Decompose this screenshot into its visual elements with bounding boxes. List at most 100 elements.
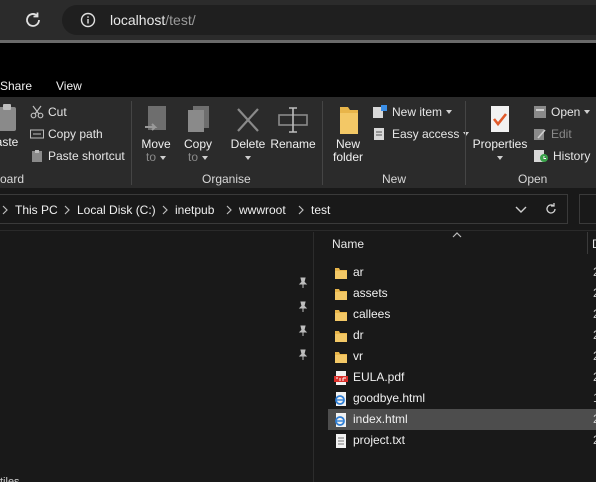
- move-to-button[interactable]: Move to: [138, 105, 174, 164]
- paste-label: aste: [0, 135, 19, 149]
- file-list[interactable]: Name D ar 2 assets 2 callees 2 dr 2 vr 2…: [315, 232, 596, 482]
- chevron-right-icon[interactable]: [64, 205, 70, 215]
- move-to-icon: [145, 106, 166, 131]
- paste-button[interactable]: aste: [0, 103, 20, 149]
- pin-icon[interactable]: [298, 325, 308, 337]
- history-icon: [534, 150, 548, 162]
- list-item[interactable]: assets 2: [328, 283, 596, 304]
- paste-shortcut-button[interactable]: Paste shortcut: [30, 147, 125, 165]
- list-item[interactable]: callees 2: [328, 304, 596, 325]
- properties-label: Properties: [472, 137, 528, 151]
- file-name: goodbye.html: [353, 391, 426, 405]
- open-button[interactable]: Open: [533, 103, 591, 121]
- paste-icon: [0, 104, 16, 131]
- clipboard-group-label: oard: [0, 172, 25, 186]
- breadcrumb-this-pc[interactable]: This PC: [15, 203, 58, 217]
- folder-icon: [335, 331, 347, 342]
- breadcrumb-local-disk[interactable]: Local Disk (C:): [77, 203, 156, 217]
- easy-access-icon: [374, 128, 384, 140]
- pin-icon[interactable]: [298, 349, 308, 361]
- delete-button[interactable]: Delete: [228, 105, 268, 164]
- open-label: Open: [551, 105, 581, 119]
- rename-button[interactable]: Rename: [270, 105, 316, 151]
- new-item-button[interactable]: New item: [372, 103, 453, 121]
- column-header-date[interactable]: D: [592, 237, 596, 251]
- list-item[interactable]: vr 2: [328, 346, 596, 367]
- new-item-dropdown-icon: [446, 110, 453, 114]
- folder-icon: [335, 289, 347, 300]
- html-file-icon: [335, 392, 346, 406]
- copy-to-label-2: to: [187, 150, 198, 164]
- url-host: localhost: [110, 12, 166, 28]
- pin-icon[interactable]: [298, 301, 308, 313]
- new-folder-icon: [340, 107, 358, 134]
- file-name: dr: [353, 328, 364, 342]
- breadcrumb-test[interactable]: test: [311, 203, 330, 217]
- list-item[interactable]: dr 2: [328, 325, 596, 346]
- history-label: History: [553, 149, 591, 163]
- breadcrumb-wwwroot[interactable]: wwwroot: [239, 203, 286, 217]
- new-folder-button[interactable]: New folder: [328, 105, 368, 164]
- breadcrumb-inetpub[interactable]: inetpub: [175, 203, 214, 217]
- rename-label: Rename: [270, 137, 316, 151]
- copy-to-button[interactable]: Copy to: [180, 105, 216, 164]
- copy-to-icon: [188, 106, 209, 132]
- copy-path-icon: [30, 129, 44, 139]
- file-name: callees: [353, 307, 391, 321]
- pin-icon[interactable]: [298, 277, 308, 289]
- file-name: project.txt: [353, 433, 406, 447]
- move-to-label-1: Move: [141, 137, 171, 151]
- cut-button[interactable]: Cut: [30, 103, 67, 121]
- history-button[interactable]: History: [533, 147, 590, 165]
- breadcrumb[interactable]: This PC Local Disk (C:) inetpub wwwroot …: [0, 194, 568, 224]
- pdf-icon: [334, 371, 348, 385]
- delete-dropdown-icon: [245, 155, 251, 160]
- easy-access-label: Easy access: [392, 127, 460, 141]
- rename-icon: [278, 107, 308, 133]
- cut-label: Cut: [48, 105, 67, 119]
- folder-icon: [335, 310, 347, 321]
- tab-view[interactable]: View: [56, 79, 82, 93]
- file-name: index.html: [353, 412, 408, 426]
- folder-icon: [335, 352, 347, 363]
- column-header-name[interactable]: Name: [332, 237, 364, 251]
- chevron-down-icon[interactable]: [515, 206, 527, 214]
- list-item[interactable]: goodbye.html 1: [328, 388, 596, 409]
- chevron-right-icon[interactable]: [298, 205, 304, 215]
- info-icon[interactable]: [80, 12, 96, 28]
- properties-button[interactable]: Properties: [471, 105, 529, 164]
- list-item[interactable]: EULA.pdf 2: [328, 367, 596, 388]
- delete-icon: [237, 108, 259, 132]
- ribbon-tabs: Share View: [0, 77, 596, 97]
- chevron-right-icon[interactable]: [2, 205, 8, 215]
- chevron-right-icon[interactable]: [162, 205, 168, 215]
- column-divider[interactable]: [587, 232, 588, 254]
- properties-dropdown-icon: [497, 155, 503, 160]
- reload-icon[interactable]: [22, 9, 44, 31]
- scissors-icon: [30, 105, 44, 119]
- open-dropdown-icon: [584, 110, 591, 114]
- open-icon: [534, 106, 546, 118]
- paste-shortcut-label: Paste shortcut: [48, 149, 125, 163]
- window-titlebar: [0, 43, 596, 77]
- tab-share[interactable]: Share: [0, 79, 32, 93]
- move-to-dropdown-icon: [160, 155, 166, 160]
- group-divider: [322, 101, 323, 185]
- navigation-pane[interactable]: [0, 232, 314, 482]
- search-input[interactable]: [579, 194, 596, 224]
- address-bar[interactable]: localhost/test/: [62, 5, 596, 35]
- refresh-icon[interactable]: [544, 202, 558, 216]
- new-item-icon: [373, 105, 387, 118]
- list-item-selected[interactable]: index.html 2: [328, 409, 596, 430]
- copy-to-label-1: Copy: [183, 137, 212, 151]
- file-name: EULA.pdf: [353, 370, 405, 384]
- list-item[interactable]: project.txt 2: [328, 430, 596, 451]
- list-item[interactable]: ar 2: [328, 262, 596, 283]
- copy-path-button[interactable]: Copy path: [30, 125, 103, 143]
- folder-icon: [335, 268, 347, 279]
- edit-button[interactable]: Edit: [533, 125, 572, 143]
- copy-to-dropdown-icon: [202, 155, 208, 160]
- new-folder-label-1: New: [335, 137, 360, 151]
- easy-access-button[interactable]: Easy access: [372, 125, 470, 143]
- chevron-right-icon[interactable]: [226, 205, 232, 215]
